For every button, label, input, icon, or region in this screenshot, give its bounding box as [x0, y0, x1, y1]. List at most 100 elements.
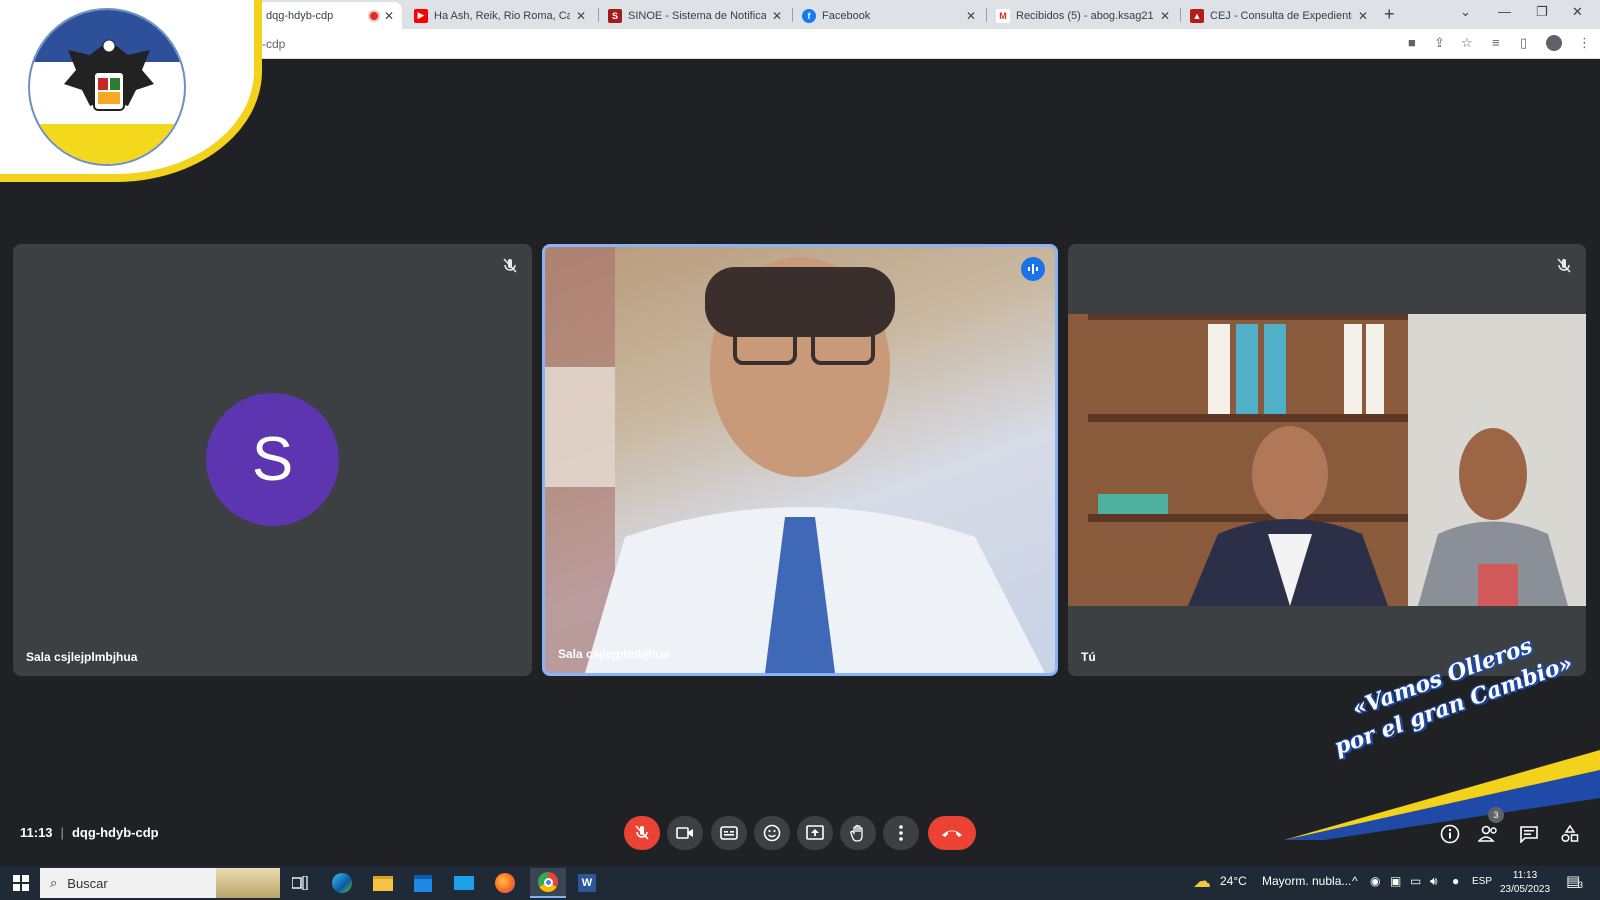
meeting-details: 11:13 | dqg-hdyb-cdp [20, 825, 159, 840]
participant-tile[interactable]: S Sala csjlejplmbjhua [13, 244, 532, 676]
store-app[interactable] [410, 870, 436, 896]
task-view-button[interactable] [287, 870, 313, 896]
microphone-tray-icon[interactable]: ● [1452, 874, 1459, 888]
reading-list-icon[interactable]: ≡ [1492, 35, 1500, 50]
microphone-button[interactable] [624, 816, 660, 850]
search-icon: ⌕ [50, 875, 58, 890]
browser-menu-icon[interactable]: ⋮ [1578, 35, 1591, 51]
weather-icon[interactable]: ☁ [1193, 871, 1211, 892]
present-screen-button[interactable] [797, 816, 833, 850]
more-options-button[interactable] [883, 816, 919, 850]
close-tab-icon[interactable]: ✕ [1358, 9, 1368, 23]
file-explorer-app[interactable] [370, 870, 396, 896]
participant-name: Sala csjlejplmbjhua [558, 647, 670, 661]
bookmark-star-icon[interactable]: ☆ [1461, 35, 1473, 51]
close-tab-icon[interactable]: ✕ [384, 9, 394, 23]
tab-gmail[interactable]: M Recibidos (5) - abog.ksag21@gm... ✕ [988, 2, 1178, 29]
mail-icon [454, 876, 474, 890]
facebook-icon: f [802, 8, 816, 23]
close-window-icon[interactable]: ✕ [1572, 4, 1583, 20]
search-placeholder: Buscar [67, 875, 108, 891]
mic-off-icon [635, 825, 649, 840]
eagle-crest-icon [64, 39, 154, 111]
tab-title: SINOE - Sistema de Notificacion... [628, 9, 766, 22]
weather-description[interactable]: Mayorm. nubla... [1262, 874, 1351, 888]
people-button[interactable] [1475, 820, 1503, 848]
start-button[interactable] [8, 870, 34, 896]
address-bar[interactable]: -cdp [262, 37, 285, 51]
people-icon [1478, 825, 1497, 842]
coat-of-arms-emblem [28, 8, 186, 166]
video-camera-icon [676, 827, 693, 839]
folder-icon [373, 875, 393, 891]
captions-icon [720, 826, 738, 840]
camera-button[interactable] [667, 816, 703, 850]
weather-temperature[interactable]: 24°C [1220, 874, 1247, 888]
new-tab-icon[interactable]: + [1384, 4, 1395, 25]
tab-youtube[interactable]: ▶ Ha Ash, Reik, Rio Roma, Camila... ✕ [406, 2, 594, 29]
close-tab-icon[interactable]: ✕ [966, 9, 976, 23]
tab-search-icon[interactable]: ⌄ [1460, 4, 1471, 20]
youtube-icon: ▶ [414, 8, 428, 23]
mic-off-icon [503, 258, 517, 273]
restore-icon[interactable]: ❐ [1536, 4, 1548, 20]
edge-app[interactable] [329, 870, 355, 896]
chat-button[interactable] [1515, 820, 1543, 848]
network-icon[interactable]: ▭ [1410, 874, 1421, 888]
taskbar-search[interactable]: ⌕ Buscar [40, 868, 280, 898]
gmail-icon: M [996, 8, 1010, 23]
share-icon[interactable]: ⇪ [1434, 35, 1445, 51]
activities-button[interactable] [1556, 820, 1584, 848]
more-vert-icon [899, 825, 903, 841]
cej-icon: ▲ [1190, 8, 1204, 23]
system-clock[interactable]: 11:13 23/05/2023 [1500, 869, 1550, 897]
search-highlight-image [216, 868, 280, 898]
chrome-app[interactable] [530, 868, 566, 898]
meeting-details-button[interactable] [1436, 820, 1464, 848]
captions-button[interactable] [711, 816, 747, 850]
clock-time: 11:13 [1512, 870, 1538, 881]
info-icon [1440, 824, 1460, 844]
participant-tile-speaking[interactable]: Sala csjlejplmbjhua [542, 244, 1058, 676]
camera-in-use-icon[interactable]: ■ [1408, 35, 1416, 50]
input-language[interactable]: ESP [1472, 876, 1492, 887]
recording-dot-icon [369, 11, 378, 20]
raise-hand-icon [850, 824, 863, 842]
minimize-icon[interactable]: — [1498, 4, 1511, 19]
close-tab-icon[interactable]: ✕ [1160, 9, 1170, 23]
tab-separator [986, 8, 987, 22]
participant-tile-self[interactable]: Tú [1068, 244, 1586, 676]
tab-title: dqg-hdyb-cdp [266, 9, 334, 22]
tab-separator [792, 8, 793, 22]
tab-sinoe[interactable]: S SINOE - Sistema de Notificacion... ✕ [600, 2, 790, 29]
firefox-app[interactable] [492, 870, 518, 896]
record-icon[interactable]: ◉ [1370, 874, 1380, 888]
mail-app[interactable] [451, 870, 477, 896]
camera-tray-icon[interactable]: ▣ [1390, 874, 1401, 888]
present-screen-icon [806, 825, 824, 840]
chat-icon [1520, 826, 1538, 843]
side-panel-icon[interactable]: ▯ [1520, 35, 1527, 51]
meeting-time: 11:13 [20, 825, 53, 840]
tab-facebook[interactable]: f Facebook ✕ [794, 2, 984, 29]
video-feed [545, 247, 1045, 673]
edge-icon [332, 873, 352, 893]
chevron-up-icon[interactable]: ^ [1352, 874, 1358, 888]
word-app[interactable]: W [574, 870, 600, 896]
end-call-icon [942, 830, 962, 837]
reactions-button[interactable] [754, 816, 790, 850]
mic-off-icon [1557, 258, 1571, 273]
close-tab-icon[interactable]: ✕ [772, 9, 782, 23]
store-icon [414, 874, 432, 892]
avatar: S [206, 393, 339, 526]
tab-cej[interactable]: ▲ CEJ - Consulta de Expedientes J... ✕ [1182, 2, 1376, 29]
close-tab-icon[interactable]: ✕ [576, 9, 586, 23]
people-count-badge: 3 [1488, 807, 1504, 823]
tab-separator [598, 8, 599, 22]
leave-call-button[interactable] [928, 816, 976, 850]
volume-icon[interactable]: 🔊︎ [1430, 874, 1438, 889]
profile-avatar-icon[interactable] [1546, 35, 1562, 51]
participant-name: Tú [1081, 650, 1096, 664]
raise-hand-button[interactable] [840, 816, 876, 850]
tab-meet[interactable]: dqg-hdyb-cdp ✕ [258, 2, 402, 29]
